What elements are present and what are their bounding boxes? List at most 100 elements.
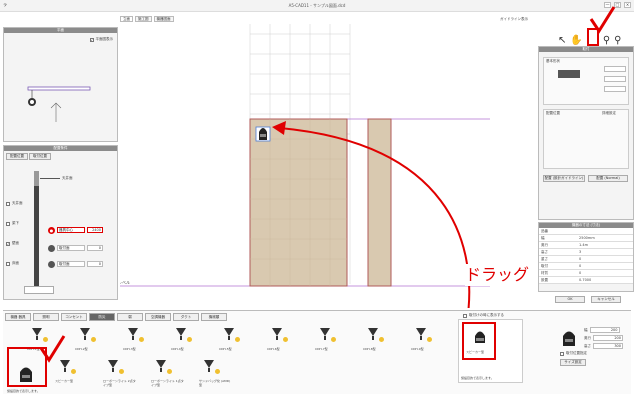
palette-tab[interactable]: 機械類 xyxy=(201,313,227,321)
properties-panel: 取付 基本形状 配置位置 詳細設定 配置 (設計ガイドライン) 配置 (Norm… xyxy=(538,46,634,220)
palette-item[interactable]: CDH-2型 xyxy=(65,325,109,355)
center-select[interactable]: 器具中心 xyxy=(57,227,85,233)
palette-tab[interactable]: 防災 xyxy=(89,313,115,321)
tab-equipment[interactable]: 機器図面 xyxy=(153,16,174,22)
size-checkbox[interactable] xyxy=(560,351,564,356)
checkbox-wall[interactable]: ✓ xyxy=(6,241,10,246)
floor-level-label: 基準線レベル xyxy=(120,279,130,285)
palette-item[interactable]: CDH-5型 xyxy=(209,325,253,355)
palette-item-label: CDH-2型 xyxy=(75,347,88,351)
palette-tab[interactable]: 空調機器 xyxy=(145,313,171,321)
row-beam[interactable]: 梁下 xyxy=(6,221,23,226)
hand-icon[interactable]: ✋ xyxy=(570,35,582,46)
property-key: 材質 xyxy=(541,271,548,275)
mount-select-row-2: 取付面 0 xyxy=(48,260,106,268)
palette-item-label: CDH-8型 xyxy=(363,347,376,351)
size-setting-button[interactable]: サイズ設定 xyxy=(560,359,586,366)
palette-checkbox[interactable] xyxy=(463,313,467,318)
property-row[interactable]: 取付 0 xyxy=(539,263,633,270)
cancel-button[interactable]: キャンセル xyxy=(591,296,621,303)
palette-checkbox-row: 取付けの時に表示する xyxy=(463,313,504,318)
checkbox-beam[interactable] xyxy=(6,221,10,226)
row-floor[interactable]: 床面 xyxy=(6,261,23,266)
size-height[interactable]: 300 xyxy=(593,343,623,349)
palette-item[interactable]: CDH-4型 xyxy=(161,325,205,355)
cursor-icon[interactable]: ↖ xyxy=(558,35,566,46)
checkbox-floor[interactable] xyxy=(6,261,10,266)
property-row[interactable]: 材質 0 xyxy=(539,270,633,277)
palette-item[interactable]: CDH-7型 xyxy=(305,325,349,355)
plan-view-panel: 平面 ✓ 平面図表示 xyxy=(3,27,118,142)
marker-icon-2 xyxy=(48,260,55,268)
place-guideline-button[interactable]: 配置 (設計ガイドライン) xyxy=(543,175,585,182)
label-wall: 壁面 xyxy=(12,241,19,245)
palette-item[interactable]: ローボーンライト 1点タイプ型 xyxy=(141,357,185,387)
palette-item-label: CDH-3型 xyxy=(123,347,136,351)
star-badge-icon xyxy=(139,337,144,342)
property-row[interactable]: 高さ 3 xyxy=(539,249,633,256)
depth-field[interactable] xyxy=(604,76,626,82)
star-badge-icon xyxy=(283,337,288,342)
placement-tabs: 配置位置 取付位置 xyxy=(6,153,51,160)
mount-select-1[interactable]: 取付面 xyxy=(57,245,85,251)
palette-item[interactable]: サンドバッグ化 (AMD)型 xyxy=(189,357,233,387)
row-wall[interactable]: ✓ 壁面 xyxy=(6,241,23,246)
palette-item[interactable]: CDH-9型 xyxy=(401,325,445,355)
palette-tab[interactable]: ダクト xyxy=(173,313,199,321)
height-input[interactable]: 2400 xyxy=(87,227,103,233)
palette-item-label: CDH-4型 xyxy=(171,347,184,351)
property-row[interactable]: 幅 2500mm xyxy=(539,235,633,242)
star-badge-icon xyxy=(331,337,336,342)
property-key: 高さ xyxy=(541,250,548,254)
property-row[interactable]: 品番 xyxy=(539,228,633,235)
star-badge-icon xyxy=(91,337,96,342)
height-field[interactable] xyxy=(604,86,626,92)
palette-tab[interactable]: 弱 xyxy=(117,313,143,321)
mount-select-2[interactable]: 取付面 xyxy=(57,261,85,267)
property-value: 0 xyxy=(579,257,582,261)
cabinet-left[interactable] xyxy=(249,118,348,287)
shape-section: 基本形状 xyxy=(543,57,629,105)
checkbox-ceiling[interactable] xyxy=(6,201,10,206)
pin-icon[interactable]: ⚲ xyxy=(603,35,610,46)
tab-mount-position[interactable]: 取付位置 xyxy=(29,153,51,160)
palette-item-label: CDH-6型 xyxy=(267,347,280,351)
offset-input-2[interactable]: 0 xyxy=(87,261,103,267)
placement-buttons: 配置 (設計ガイドライン) 配置 (Normal) xyxy=(543,175,628,182)
property-row[interactable]: 奥行 1.4m xyxy=(539,242,633,249)
pin2-icon[interactable]: ⚲ xyxy=(614,35,621,46)
property-value: 0 xyxy=(579,264,582,268)
offset-input-1[interactable]: 0 xyxy=(87,245,103,251)
close-button[interactable]: × xyxy=(624,2,631,8)
palette-item-label: スピーカー型 xyxy=(55,379,74,383)
height-scale xyxy=(34,171,39,286)
palette-tab[interactable]: 照明 xyxy=(33,313,59,321)
palette-item[interactable]: ローボーンライト 2点タイプ型 xyxy=(93,357,137,387)
tab-placement-position[interactable]: 配置位置 xyxy=(6,153,28,160)
property-row[interactable]: 設置 0.7000 xyxy=(539,277,633,284)
width-field[interactable] xyxy=(604,66,626,72)
palette-tab[interactable]: コンセント xyxy=(61,313,87,321)
palette-checkbox-label: 取付けの時に表示する xyxy=(469,313,504,317)
dialog-buttons: OK キャンセル xyxy=(555,296,621,303)
palette-item[interactable]: CDH-6型 xyxy=(257,325,301,355)
selected-item-highlight[interactable]: スピーカー型 xyxy=(462,322,496,360)
property-key: 奥行 xyxy=(541,243,548,247)
tab-construction[interactable]: 施工図 xyxy=(135,16,152,22)
property-row[interactable]: 重さ 0 xyxy=(539,256,633,263)
ok-button[interactable]: OK xyxy=(555,296,585,303)
palette-item[interactable]: CDH-8型 xyxy=(353,325,397,355)
placed-speaker-icon[interactable] xyxy=(255,126,271,142)
row-ceiling[interactable]: 天井面 xyxy=(6,201,23,206)
size-width[interactable]: 200 xyxy=(589,327,620,333)
tab-elevation[interactable]: 立面 xyxy=(120,16,133,22)
guideline-toggle[interactable]: ガイドライン表示 xyxy=(500,17,528,22)
place-normal-button[interactable]: 配置 (Normal) xyxy=(588,175,628,182)
size-depth[interactable]: 200 xyxy=(593,335,623,341)
palette-item[interactable]: CDH-3型 xyxy=(113,325,157,355)
palette-tab[interactable]: 機器 器具 xyxy=(5,313,31,321)
view-tabs: 立面 施工図 機器図面 xyxy=(120,16,174,22)
palette-item-label: CDH-7型 xyxy=(315,347,328,351)
cabinet-right[interactable] xyxy=(367,118,392,287)
property-key: 取付 xyxy=(541,264,548,268)
